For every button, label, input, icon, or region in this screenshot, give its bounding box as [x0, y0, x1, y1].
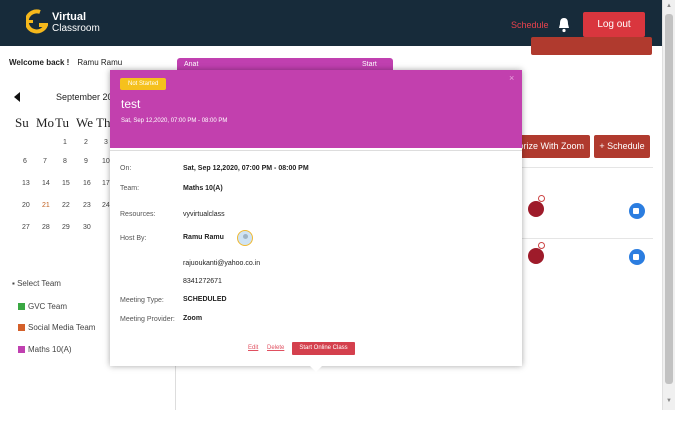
on-value: Sat, Sep 12,2020, 07:00 PM - 08:00 PM [183, 165, 309, 172]
popover-divider [110, 150, 522, 151]
host-label: Host By: [120, 235, 147, 242]
add-schedule-button[interactable]: + Schedule [594, 135, 650, 158]
calendar-prev-month-icon[interactable] [14, 92, 20, 102]
calendar-day[interactable]: 24 [102, 202, 110, 209]
team-item-maths-10a[interactable]: Maths 10(A) [18, 345, 72, 354]
event-card-title: Anat [184, 61, 199, 68]
team-label: GVC Team [28, 302, 67, 311]
logout-button[interactable]: Log out [583, 12, 645, 37]
calendar-day[interactable]: 15 [62, 180, 70, 187]
calendar-day[interactable]: 10 [102, 158, 110, 165]
resources-label: Resources: [120, 211, 156, 218]
notification-badge-icon [538, 242, 545, 249]
weekday-header: Th [96, 115, 111, 130]
calendar-day[interactable]: 8 [63, 158, 67, 165]
participants-icon[interactable] [528, 248, 544, 264]
meeting-type-label: Meeting Type: [120, 297, 164, 304]
select-team-toggle[interactable]: ▪ Select Team [12, 279, 61, 288]
meeting-provider-label: Meeting Provider: [120, 316, 175, 323]
logo-line2: Classroom [52, 23, 100, 34]
calendar-day[interactable]: 27 [22, 224, 30, 231]
close-icon[interactable]: × [509, 73, 514, 83]
calendar-day[interactable]: 14 [42, 180, 50, 187]
weekday-header: Mo [36, 115, 55, 130]
welcome-greeting: Welcome back ! [9, 58, 70, 67]
team-color-swatch-icon [18, 346, 25, 353]
logo-line1: Virtual [52, 11, 87, 23]
welcome-message: Welcome back ! Ramu Ramu [9, 58, 122, 67]
schedule-nav-link[interactable]: Schedule [511, 20, 549, 30]
event-datetime: Sat, Sep 12,2020, 07:00 PM - 08:00 PM [121, 118, 228, 124]
host-avatar-icon [237, 230, 253, 246]
calendar-day[interactable]: 23 [83, 202, 91, 209]
popover-caret [310, 366, 322, 372]
calendar-day[interactable]: 9 [84, 158, 88, 165]
host-phone: 8341272671 [183, 278, 222, 285]
calendar-day[interactable]: 2 [84, 139, 88, 146]
calendar-day[interactable]: 7 [43, 158, 47, 165]
edit-link[interactable]: Edit [248, 345, 258, 351]
authorize-zoom-button[interactable]: horize With Zoom [513, 135, 590, 158]
meeting-type-value: SCHEDULED [183, 296, 227, 303]
calendar-day[interactable]: 22 [62, 202, 70, 209]
welcome-user-name: Ramu Ramu [77, 58, 123, 67]
team-color-swatch-icon [18, 324, 25, 331]
event-title: test [121, 97, 141, 111]
team-label: Maths 10(A) [28, 345, 72, 354]
upcoming-classes-button[interactable] [531, 37, 652, 55]
team-item-gvc[interactable]: GVC Team [18, 302, 67, 311]
status-badge: Not Started [120, 78, 167, 90]
team-label: Social Media Team [28, 323, 96, 332]
select-team-label: Select Team [17, 279, 61, 288]
calendar-day[interactable]: 29 [62, 224, 70, 231]
scroll-thumb[interactable] [665, 14, 673, 384]
calendar-day[interactable]: 16 [83, 180, 91, 187]
page-scrollbar[interactable]: ▲ ▼ [662, 0, 675, 410]
calendar-day[interactable]: 20 [22, 202, 30, 209]
calendar-day[interactable]: 6 [23, 158, 27, 165]
popover-header: Not Started test Sat, Sep 12,2020, 07:00… [110, 70, 522, 148]
host-email[interactable]: rajuoukanti@yahoo.co.in [183, 260, 260, 267]
team-value: Maths 10(A) [183, 185, 223, 192]
delete-link[interactable]: Delete [267, 345, 284, 351]
participants-icon[interactable] [528, 201, 544, 217]
calendar-day[interactable]: 13 [22, 180, 30, 187]
start-online-class-button[interactable]: Start Online Class [292, 342, 355, 355]
team-label: Team: [120, 185, 140, 192]
video-camera-icon[interactable] [629, 203, 645, 219]
weekday-header: Su [15, 115, 29, 130]
calendar-day[interactable]: 30 [83, 224, 91, 231]
event-details-popover: Not Started test Sat, Sep 12,2020, 07:00… [110, 70, 522, 372]
video-camera-icon[interactable] [629, 249, 645, 265]
calendar-day[interactable]: 21 [42, 202, 50, 209]
team-color-swatch-icon [18, 303, 25, 310]
team-item-social-media[interactable]: Social Media Team [18, 323, 95, 332]
meeting-provider-value: Zoom [183, 315, 203, 322]
host-name: Ramu Ramu [183, 234, 224, 241]
scroll-up-icon[interactable]: ▲ [666, 3, 672, 9]
scroll-down-icon[interactable]: ▼ [666, 398, 672, 404]
event-card-start: Start [362, 61, 377, 68]
resources-value[interactable]: vyvirtualclass [183, 211, 225, 218]
logo-text[interactable]: Virtual Classroom [52, 11, 100, 35]
weekday-header: We [76, 115, 93, 130]
calendar-day[interactable]: 17 [102, 180, 110, 187]
weekday-header: Tu [55, 115, 69, 130]
virtual-classroom-logo-icon[interactable] [26, 9, 48, 35]
on-label: On: [120, 165, 132, 172]
calendar-day[interactable]: 3 [104, 139, 108, 146]
notification-badge-icon [538, 195, 545, 202]
bell-icon[interactable] [557, 17, 571, 33]
calendar-day[interactable]: 28 [42, 224, 50, 231]
calendar-day[interactable]: 1 [63, 139, 67, 146]
